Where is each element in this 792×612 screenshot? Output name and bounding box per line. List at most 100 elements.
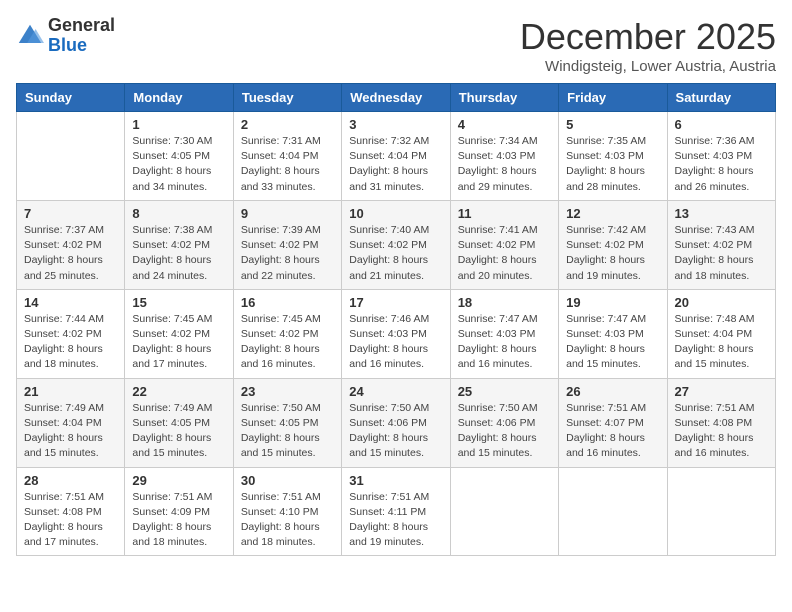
day-info: Sunrise: 7:50 AM Sunset: 4:05 PM Dayligh… bbox=[241, 401, 334, 462]
day-number: 2 bbox=[241, 117, 334, 132]
day-info: Sunrise: 7:37 AM Sunset: 4:02 PM Dayligh… bbox=[24, 223, 117, 284]
calendar-cell: 20Sunrise: 7:48 AM Sunset: 4:04 PM Dayli… bbox=[667, 289, 775, 378]
calendar-table: SundayMondayTuesdayWednesdayThursdayFrid… bbox=[16, 83, 776, 556]
calendar-cell: 30 Sunrise: 7:51 AM Sunset: 4:10 PM Dayli… bbox=[233, 467, 341, 556]
calendar-cell: 28Sunrise: 7:51 AM Sunset: 4:08 PM Dayli… bbox=[17, 467, 125, 556]
calendar-cell: 6 Sunrise: 7:36 AM Sunset: 4:03 PM Daylig… bbox=[667, 112, 775, 201]
page-header: General Blue December 2025 Windigsteig, … bbox=[16, 16, 776, 75]
day-number: 31 bbox=[349, 473, 442, 488]
calendar-cell: 10 Sunrise: 7:40 AM Sunset: 4:02 PM Dayli… bbox=[342, 200, 450, 289]
calendar-cell: 15 Sunrise: 7:45 AM Sunset: 4:02 PM Dayli… bbox=[125, 289, 233, 378]
calendar-cell: 3 Sunrise: 7:32 AM Sunset: 4:04 PM Daylig… bbox=[342, 112, 450, 201]
day-number: 18 bbox=[458, 295, 551, 310]
day-number: 23 bbox=[241, 384, 334, 399]
day-info: Sunrise: 7:47 AM Sunset: 4:03 PM Dayligh… bbox=[566, 312, 659, 373]
calendar-cell: 26 Sunrise: 7:51 AM Sunset: 4:07 PM Dayli… bbox=[559, 378, 667, 467]
calendar-week-row: 21 Sunrise: 7:49 AM Sunset: 4:04 PM Dayli… bbox=[17, 378, 776, 467]
calendar-cell: 17Sunrise: 7:46 AM Sunset: 4:03 PM Dayli… bbox=[342, 289, 450, 378]
calendar-cell: 7Sunrise: 7:37 AM Sunset: 4:02 PM Daylig… bbox=[17, 200, 125, 289]
day-number: 16 bbox=[241, 295, 334, 310]
day-number: 24 bbox=[349, 384, 442, 399]
day-number: 3 bbox=[349, 117, 442, 132]
logo-blue: Blue bbox=[48, 36, 115, 56]
day-info: Sunrise: 7:35 AM Sunset: 4:03 PM Dayligh… bbox=[566, 134, 659, 195]
calendar-cell bbox=[559, 467, 667, 556]
day-number: 28 bbox=[24, 473, 117, 488]
calendar-cell: 25 Sunrise: 7:50 AM Sunset: 4:06 PM Dayli… bbox=[450, 378, 558, 467]
day-number: 11 bbox=[458, 206, 551, 221]
day-number: 26 bbox=[566, 384, 659, 399]
logo-icon bbox=[16, 22, 44, 50]
calendar-header-cell: Monday bbox=[125, 84, 233, 112]
calendar-header-cell: Friday bbox=[559, 84, 667, 112]
day-info: Sunrise: 7:36 AM Sunset: 4:03 PM Dayligh… bbox=[675, 134, 768, 195]
title-area: December 2025 Windigsteig, Lower Austria… bbox=[520, 16, 776, 75]
day-info: Sunrise: 7:32 AM Sunset: 4:04 PM Dayligh… bbox=[349, 134, 442, 195]
calendar-cell: 14 Sunrise: 7:44 AM Sunset: 4:02 PM Dayli… bbox=[17, 289, 125, 378]
calendar-week-row: 14 Sunrise: 7:44 AM Sunset: 4:02 PM Dayli… bbox=[17, 289, 776, 378]
calendar-week-row: 7Sunrise: 7:37 AM Sunset: 4:02 PM Daylig… bbox=[17, 200, 776, 289]
calendar-cell bbox=[17, 112, 125, 201]
day-info: Sunrise: 7:30 AM Sunset: 4:05 PM Dayligh… bbox=[132, 134, 225, 195]
day-number: 15 bbox=[132, 295, 225, 310]
day-number: 10 bbox=[349, 206, 442, 221]
calendar-body: 1Sunrise: 7:30 AM Sunset: 4:05 PM Daylig… bbox=[17, 112, 776, 556]
calendar-cell bbox=[450, 467, 558, 556]
day-info: Sunrise: 7:51 AM Sunset: 4:08 PM Dayligh… bbox=[675, 401, 768, 462]
calendar-cell: 12 Sunrise: 7:42 AM Sunset: 4:02 PM Dayli… bbox=[559, 200, 667, 289]
day-info: Sunrise: 7:47 AM Sunset: 4:03 PM Dayligh… bbox=[458, 312, 551, 373]
day-number: 12 bbox=[566, 206, 659, 221]
day-number: 19 bbox=[566, 295, 659, 310]
calendar-cell: 31Sunrise: 7:51 AM Sunset: 4:11 PM Dayli… bbox=[342, 467, 450, 556]
day-number: 25 bbox=[458, 384, 551, 399]
day-number: 27 bbox=[675, 384, 768, 399]
day-info: Sunrise: 7:49 AM Sunset: 4:05 PM Dayligh… bbox=[132, 401, 225, 462]
day-info: Sunrise: 7:50 AM Sunset: 4:06 PM Dayligh… bbox=[458, 401, 551, 462]
day-info: Sunrise: 7:51 AM Sunset: 4:07 PM Dayligh… bbox=[566, 401, 659, 462]
calendar-week-row: 1Sunrise: 7:30 AM Sunset: 4:05 PM Daylig… bbox=[17, 112, 776, 201]
calendar-cell: 19 Sunrise: 7:47 AM Sunset: 4:03 PM Dayli… bbox=[559, 289, 667, 378]
day-info: Sunrise: 7:38 AM Sunset: 4:02 PM Dayligh… bbox=[132, 223, 225, 284]
day-info: Sunrise: 7:51 AM Sunset: 4:09 PM Dayligh… bbox=[132, 490, 225, 551]
calendar-cell: 8 Sunrise: 7:38 AM Sunset: 4:02 PM Daylig… bbox=[125, 200, 233, 289]
day-number: 5 bbox=[566, 117, 659, 132]
calendar-header-cell: Tuesday bbox=[233, 84, 341, 112]
calendar-cell: 5 Sunrise: 7:35 AM Sunset: 4:03 PM Daylig… bbox=[559, 112, 667, 201]
day-number: 20 bbox=[675, 295, 768, 310]
calendar-header-cell: Saturday bbox=[667, 84, 775, 112]
day-number: 8 bbox=[132, 206, 225, 221]
day-info: Sunrise: 7:45 AM Sunset: 4:02 PM Dayligh… bbox=[132, 312, 225, 373]
day-info: Sunrise: 7:49 AM Sunset: 4:04 PM Dayligh… bbox=[24, 401, 117, 462]
day-number: 14 bbox=[24, 295, 117, 310]
day-info: Sunrise: 7:45 AM Sunset: 4:02 PM Dayligh… bbox=[241, 312, 334, 373]
calendar-cell: 11Sunrise: 7:41 AM Sunset: 4:02 PM Dayli… bbox=[450, 200, 558, 289]
day-info: Sunrise: 7:31 AM Sunset: 4:04 PM Dayligh… bbox=[241, 134, 334, 195]
calendar-cell: 2 Sunrise: 7:31 AM Sunset: 4:04 PM Daylig… bbox=[233, 112, 341, 201]
day-info: Sunrise: 7:50 AM Sunset: 4:06 PM Dayligh… bbox=[349, 401, 442, 462]
calendar-cell: 21 Sunrise: 7:49 AM Sunset: 4:04 PM Dayli… bbox=[17, 378, 125, 467]
calendar-header-cell: Sunday bbox=[17, 84, 125, 112]
day-info: Sunrise: 7:39 AM Sunset: 4:02 PM Dayligh… bbox=[241, 223, 334, 284]
calendar-cell: 22Sunrise: 7:49 AM Sunset: 4:05 PM Dayli… bbox=[125, 378, 233, 467]
month-title: December 2025 bbox=[520, 16, 776, 58]
day-number: 29 bbox=[132, 473, 225, 488]
day-info: Sunrise: 7:44 AM Sunset: 4:02 PM Dayligh… bbox=[24, 312, 117, 373]
calendar-cell: 1Sunrise: 7:30 AM Sunset: 4:05 PM Daylig… bbox=[125, 112, 233, 201]
day-number: 9 bbox=[241, 206, 334, 221]
calendar-cell: 29 Sunrise: 7:51 AM Sunset: 4:09 PM Dayli… bbox=[125, 467, 233, 556]
day-info: Sunrise: 7:51 AM Sunset: 4:10 PM Dayligh… bbox=[241, 490, 334, 551]
day-info: Sunrise: 7:42 AM Sunset: 4:02 PM Dayligh… bbox=[566, 223, 659, 284]
calendar-cell: 13Sunrise: 7:43 AM Sunset: 4:02 PM Dayli… bbox=[667, 200, 775, 289]
day-number: 30 bbox=[241, 473, 334, 488]
calendar-cell: 23 Sunrise: 7:50 AM Sunset: 4:05 PM Dayli… bbox=[233, 378, 341, 467]
calendar-cell: 18 Sunrise: 7:47 AM Sunset: 4:03 PM Dayli… bbox=[450, 289, 558, 378]
day-info: Sunrise: 7:40 AM Sunset: 4:02 PM Dayligh… bbox=[349, 223, 442, 284]
day-number: 17 bbox=[349, 295, 442, 310]
calendar-header-cell: Wednesday bbox=[342, 84, 450, 112]
calendar-cell: 24 Sunrise: 7:50 AM Sunset: 4:06 PM Dayli… bbox=[342, 378, 450, 467]
day-number: 21 bbox=[24, 384, 117, 399]
day-number: 13 bbox=[675, 206, 768, 221]
day-number: 6 bbox=[675, 117, 768, 132]
day-number: 4 bbox=[458, 117, 551, 132]
calendar-header-row: SundayMondayTuesdayWednesdayThursdayFrid… bbox=[17, 84, 776, 112]
